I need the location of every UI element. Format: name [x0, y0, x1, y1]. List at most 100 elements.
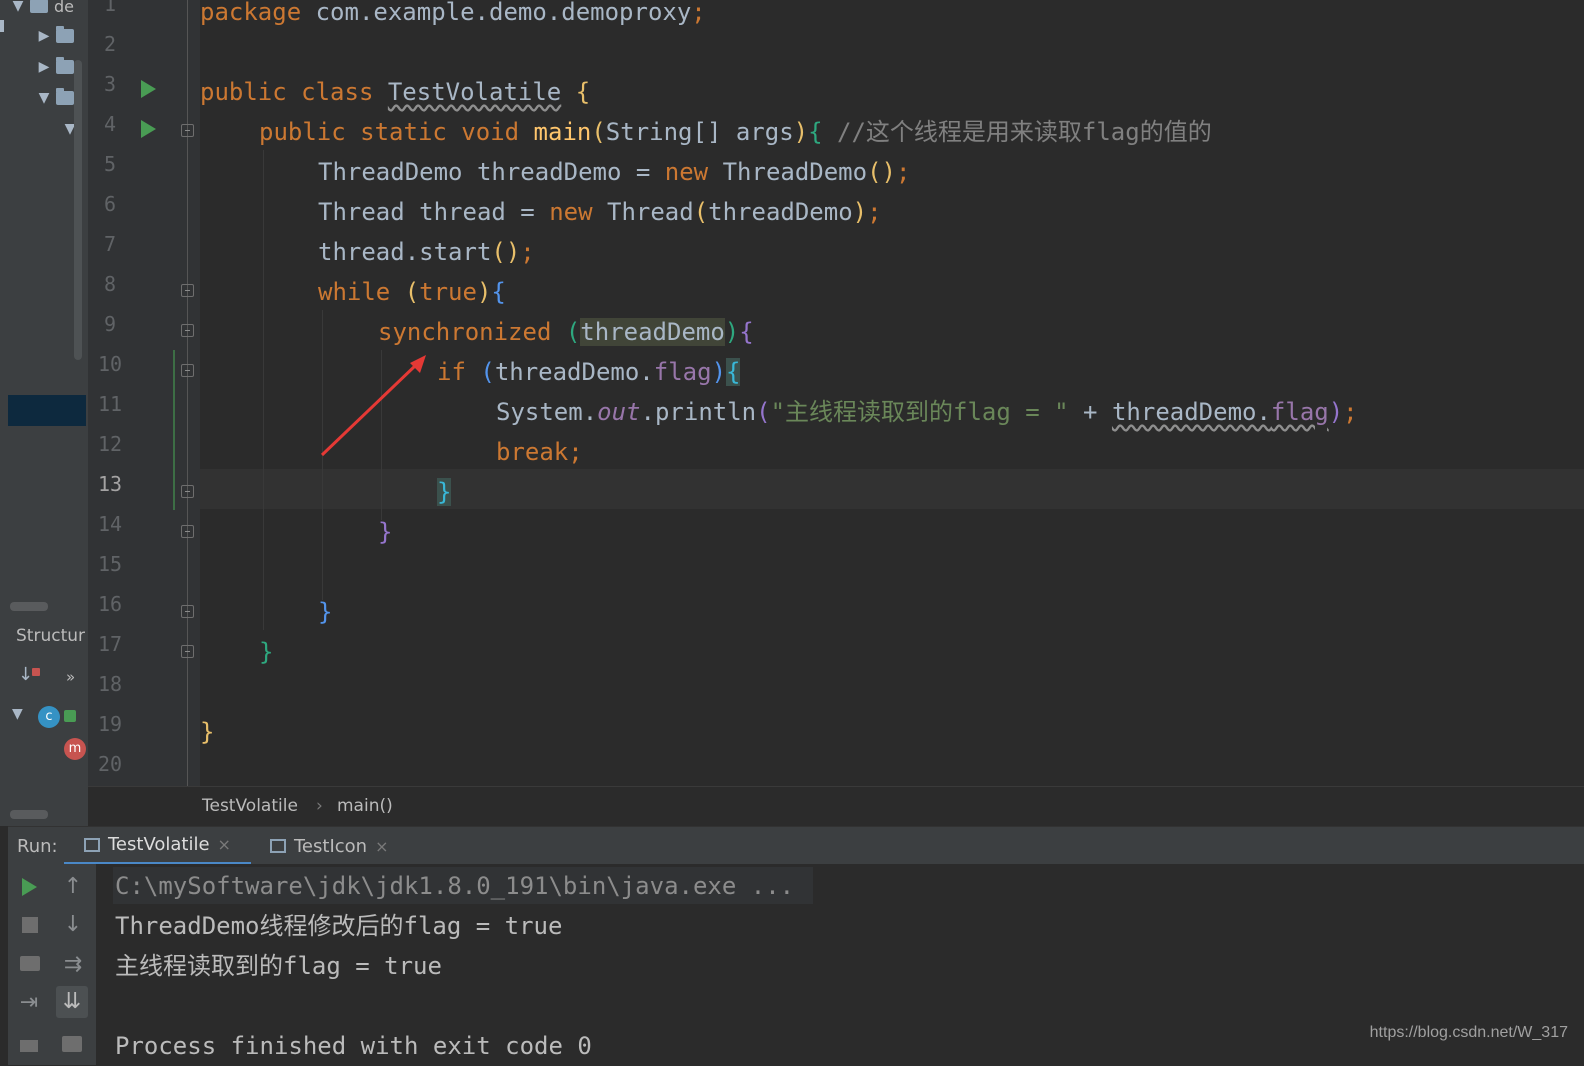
code-line-10[interactable]: if (threadDemo.flag){	[437, 352, 741, 392]
collapse-arrow-icon[interactable]: ▼	[12, 706, 23, 722]
expand-arrow-icon[interactable]: ▶	[36, 59, 52, 75]
fold-marker-icon[interactable]	[181, 284, 194, 297]
run-tool-window-header: Run: TestVolatile × TestIcon ×	[8, 826, 1584, 865]
structure-hscrollbar[interactable]	[10, 810, 48, 819]
code-line-8[interactable]: while (true){	[318, 272, 506, 312]
fold-marker-icon[interactable]	[181, 605, 194, 618]
line-number: 15	[97, 552, 123, 576]
tree-row-folder-3[interactable]: ▼	[36, 86, 74, 110]
code-line-3[interactable]: public class TestVolatile {	[200, 72, 590, 112]
console-line-exit[interactable]: Process finished with exit code 0	[115, 1026, 592, 1066]
line-number-current: 13	[97, 472, 123, 496]
code-line-19[interactable]: }	[200, 712, 214, 752]
code-line-5[interactable]: ThreadDemo threadDemo = new ThreadDemo()…	[318, 152, 910, 192]
line-number: 4	[103, 112, 117, 136]
tree-root-label: de	[54, 0, 74, 16]
line-number: 5	[103, 152, 117, 176]
stop-icon[interactable]	[22, 917, 38, 933]
close-icon[interactable]: ×	[218, 835, 231, 854]
console-line[interactable]: 主线程读取到的flag = true	[115, 946, 442, 986]
code-line-11[interactable]: System.out.println("主线程读取到的flag = " + th…	[496, 392, 1358, 432]
unlocked-icon	[64, 710, 76, 722]
close-icon[interactable]: ×	[375, 837, 388, 856]
code-line-12[interactable]: break;	[496, 432, 583, 472]
scroll-to-end-button[interactable]: ⇊	[56, 986, 88, 1018]
tree-row-folder-1[interactable]: ▶	[36, 24, 74, 48]
tab-label: TestIcon	[294, 835, 368, 857]
print-icon[interactable]	[62, 1036, 82, 1052]
run-class-icon[interactable]	[141, 80, 156, 98]
scroll-to-end-icon: ⇊	[62, 989, 82, 1014]
fold-marker-icon[interactable]	[181, 645, 194, 658]
fold-marker-icon[interactable]	[181, 525, 194, 538]
line-number: 12	[97, 432, 123, 456]
console-icon	[84, 837, 100, 852]
tree-selected-row[interactable]	[8, 395, 86, 426]
code-line-17[interactable]: }	[259, 632, 273, 672]
breadcrumb-class[interactable]: TestVolatile	[202, 796, 298, 816]
run-main-icon[interactable]	[141, 120, 156, 138]
structure-panel-title[interactable]: Structur	[16, 626, 85, 646]
project-panel: ▼ de ▶ ▶ ▼ ▼ Structur ↓ » ▼ c m	[0, 0, 89, 826]
method-icon: m	[64, 738, 86, 760]
up-arrow-icon[interactable]: ↑	[58, 874, 88, 899]
fold-marker-icon[interactable]	[181, 364, 194, 377]
sort-badge-icon	[32, 668, 40, 676]
project-hscrollbar[interactable]	[10, 602, 48, 611]
breadcrumb: TestVolatile › main()	[88, 786, 1584, 825]
code-line-7[interactable]: thread.start();	[318, 232, 535, 272]
folder-icon	[56, 88, 74, 105]
console-icon	[270, 839, 286, 853]
line-number: 18	[97, 672, 123, 696]
code-line-4[interactable]: public static void main(String[] args){ …	[259, 112, 1212, 152]
folder-icon	[56, 26, 74, 43]
folder-icon	[56, 57, 74, 74]
soft-wrap-icon[interactable]: ⇉	[58, 952, 88, 977]
line-number: 9	[103, 312, 117, 336]
tree-row-root[interactable]: ▼ de	[10, 0, 74, 18]
tab-testicon[interactable]: TestIcon ×	[270, 827, 388, 865]
caret-row-highlight	[200, 469, 1584, 509]
fold-marker-icon[interactable]	[181, 324, 194, 337]
code-line-13[interactable]: }	[437, 472, 452, 512]
breadcrumb-method[interactable]: main()	[337, 796, 393, 816]
run-label: Run:	[17, 835, 58, 857]
camera-icon[interactable]	[20, 956, 40, 971]
layout-icon[interactable]	[20, 1040, 38, 1052]
more-chevron-icon[interactable]: »	[66, 668, 75, 686]
line-number: 20	[97, 752, 123, 776]
collapse-arrow-icon[interactable]: ▼	[10, 0, 26, 14]
code-line-1[interactable]: package com.example.demo.demoproxy;	[200, 0, 706, 32]
fold-marker-icon[interactable]	[181, 124, 194, 137]
login-icon[interactable]: ⇥	[14, 990, 44, 1015]
line-number: 17	[97, 632, 123, 656]
code-line-6[interactable]: Thread thread = new Thread(threadDemo);	[318, 192, 882, 232]
line-number: 16	[97, 592, 123, 616]
console-line-command[interactable]: C:\mySoftware\jdk\jdk1.8.0_191\bin\java.…	[115, 866, 794, 906]
line-number: 1	[103, 0, 117, 16]
tab-testvolatile[interactable]: TestVolatile ×	[64, 827, 251, 865]
collapse-arrow-icon[interactable]: ▼	[36, 90, 52, 106]
vcs-change-marker[interactable]	[173, 350, 175, 510]
line-number: 3	[103, 72, 117, 96]
tree-row-folder-2[interactable]: ▶	[36, 55, 74, 79]
line-number: 11	[97, 392, 123, 416]
line-number: 6	[103, 192, 117, 216]
console-line[interactable]: ThreadDemo线程修改后的flag = true	[115, 906, 562, 946]
panel-edge-marker	[0, 20, 4, 32]
fold-marker-icon[interactable]	[181, 485, 194, 498]
down-arrow-icon[interactable]: ↓	[58, 912, 88, 937]
expand-arrow-icon[interactable]: ▶	[36, 28, 52, 44]
line-number: 8	[103, 272, 117, 296]
class-icon: c	[38, 706, 60, 728]
line-number: 7	[103, 232, 117, 256]
sort-icon[interactable]: ↓	[18, 664, 33, 685]
project-scrollbar[interactable]	[74, 60, 82, 360]
code-line-16[interactable]: }	[318, 592, 332, 632]
rerun-icon[interactable]	[22, 878, 37, 896]
tab-label: TestVolatile	[108, 834, 210, 855]
code-line-14[interactable]: }	[378, 512, 392, 552]
gutter-divider	[187, 0, 188, 786]
line-number: 10	[97, 352, 123, 376]
line-number: 14	[97, 512, 123, 536]
